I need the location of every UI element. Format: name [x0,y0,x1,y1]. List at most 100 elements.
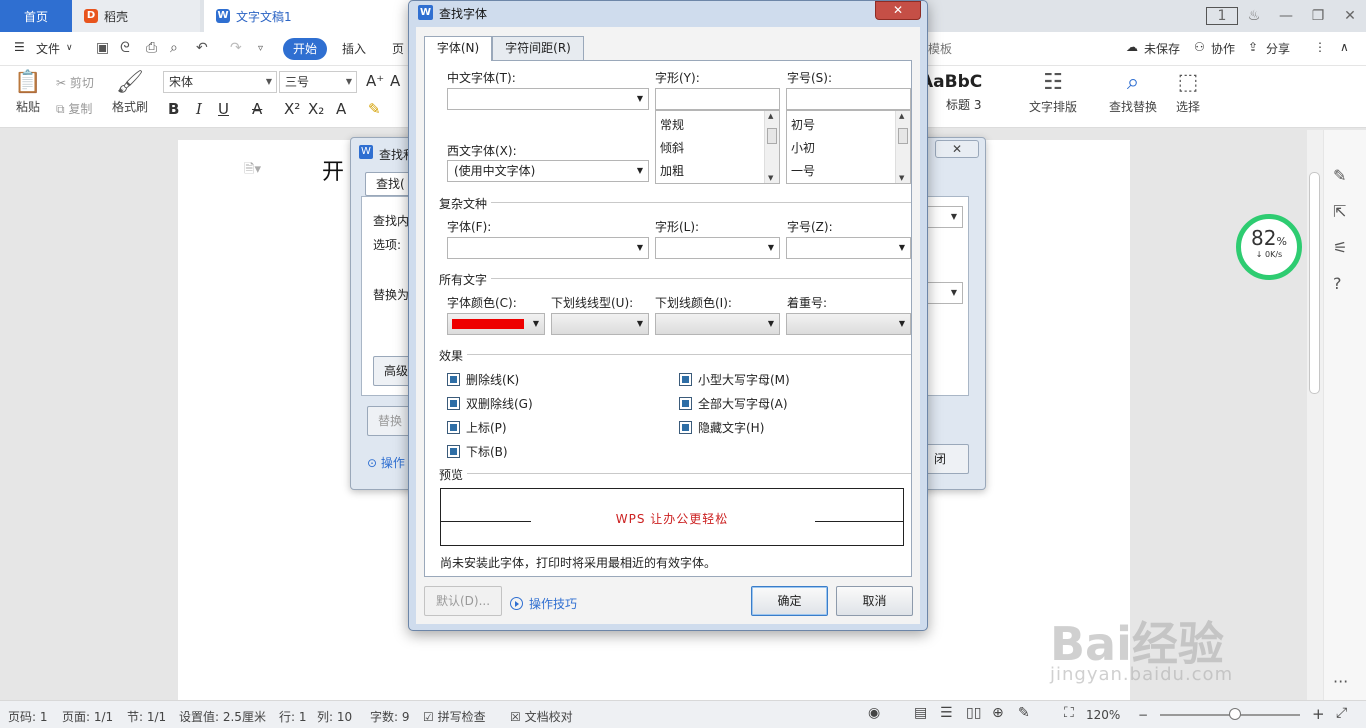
menu-start[interactable]: 开始 [283,38,327,60]
outline-view-icon[interactable]: ☰ [940,705,953,721]
style-gallery[interactable]: AaBbC 标题 3 [920,72,1006,120]
undo-icon[interactable]: ↶ [196,40,208,56]
share-button[interactable]: 分享 [1266,40,1290,57]
document-text[interactable]: 开 [322,154,344,186]
format-painter-button[interactable]: 🖌 格式刷 [110,70,150,115]
text-layout-button[interactable]: ☷ 文字排版 [1022,70,1084,115]
highlight-icon[interactable]: ✎ [368,100,381,118]
print-preview-icon[interactable]: ⌕ [170,40,178,56]
grow-font-icon[interactable]: A⁺ [366,72,384,90]
network-speed-widget[interactable]: 82% ↓ 0K/s [1236,214,1302,280]
list-item[interactable]: 常规 [660,116,684,133]
collapse-ribbon-icon[interactable]: ∧ [1340,40,1349,54]
menu-page[interactable]: 页 [392,40,404,57]
unsaved-status[interactable]: 未保存 [1144,40,1180,57]
list-item[interactable]: 倾斜 [660,139,684,156]
tab-document[interactable]: W 文字文稿1 [204,0,410,32]
page-view-icon[interactable]: ▤ [914,705,927,721]
more-icon[interactable]: ⋮ [1314,40,1326,54]
reading-view-icon[interactable]: ▯▯ [966,705,981,721]
strikethrough-checkbox[interactable]: 删除线(K) [447,371,519,388]
help-icon[interactable]: ? [1333,274,1342,293]
superscript-checkbox[interactable]: 上标(P) [447,419,507,436]
default-button[interactable]: 默认(D)... [424,586,502,616]
status-word-count[interactable]: 字数: 9 [370,708,410,725]
underline-icon[interactable]: U [218,100,229,118]
emphasis-combo[interactable]: ▼ [786,313,911,335]
strikethrough-icon[interactable]: A [252,100,262,118]
status-page-number[interactable]: 页码: 1 [8,708,48,725]
subscript-icon[interactable]: X₂ [308,100,324,118]
customize-chevron-icon[interactable]: ▿ [258,43,263,54]
paragraph-marker-icon[interactable]: 🗎▾ [244,160,261,182]
cancel-button[interactable]: 取消 [836,586,913,616]
bold-icon[interactable]: B [168,100,179,118]
select-button[interactable]: ⬚ 选择 [1168,70,1208,115]
status-pages[interactable]: 页面: 1/1 [62,708,113,725]
zoom-out-icon[interactable]: − [1138,708,1148,722]
more-tools-icon[interactable]: ··· [1333,672,1348,691]
all-caps-checkbox[interactable]: 全部大写字母(A) [679,395,788,412]
spell-check-button[interactable]: ☑ 拼写检查 [423,708,486,725]
small-caps-checkbox[interactable]: 小型大写字母(M) [679,371,790,388]
print-icon[interactable]: ⎙ [146,40,157,56]
zoom-slider-thumb[interactable] [1229,708,1241,720]
find-content-combo[interactable]: ▼ [923,206,963,228]
find-font-close-icon[interactable]: ✕ [875,1,921,20]
tab-font[interactable]: 字体(N) [424,36,492,61]
size-input[interactable] [786,88,911,110]
underline-type-combo[interactable]: ▼ [551,313,649,335]
status-setting[interactable]: 设置值: 2.5厘米 [179,708,266,725]
size-list-scrollbar[interactable]: ▲ ▼ [895,111,910,183]
copy-button[interactable]: ⧉ 复制 [56,100,92,117]
find-replace-close-icon[interactable]: ✕ [935,140,979,158]
advanced-button[interactable]: 高级 [373,356,413,386]
menu-insert[interactable]: 插入 [342,40,366,57]
web-view-icon[interactable]: ⊕ [992,705,1004,721]
status-row[interactable]: 行: 1 [279,708,307,725]
size-list[interactable]: 初号 小初 一号 ▲ ▼ [786,110,911,184]
complex-style-combo[interactable]: ▼ [655,237,780,259]
style-list-scrollbar[interactable]: ▲ ▼ [764,111,779,183]
font-name-combo[interactable]: 宋体 ▼ [163,71,277,93]
tab-char-spacing[interactable]: 字符间距(R) [492,36,584,60]
find-tab[interactable]: 查找( [365,172,411,196]
skin-icon[interactable]: ♨ [1238,8,1270,24]
italic-icon[interactable]: I [196,100,202,118]
list-item[interactable]: 加粗 [660,162,684,179]
minimize-icon[interactable]: — [1270,8,1302,24]
style-list[interactable]: 常规 倾斜 加粗 ▲ ▼ [655,110,780,184]
pen-icon[interactable]: ✎ [1333,166,1346,185]
collab-button[interactable]: 协作 [1211,40,1235,57]
underline-color-combo[interactable]: ▼ [655,313,780,335]
page-badge[interactable]: 1 [1206,7,1238,25]
text-effect-icon[interactable]: A [336,100,346,118]
chinese-font-combo[interactable]: ▼ [447,88,649,110]
eye-icon[interactable]: ◉ [868,705,880,721]
font-color-combo[interactable]: ▼ [447,313,545,335]
fit-page-icon[interactable]: ⛶ [1064,705,1074,721]
font-size-combo[interactable]: 三号 ▼ [279,71,357,93]
subscript-checkbox[interactable]: 下标(B) [447,443,508,460]
close-window-icon[interactable]: ✕ [1334,8,1366,24]
status-col[interactable]: 列: 10 [317,708,352,725]
list-item[interactable]: 一号 [791,162,815,179]
hidden-text-checkbox[interactable]: 隐藏文字(H) [679,419,764,436]
list-item[interactable]: 初号 [791,116,815,133]
export-pdf-icon[interactable]: ᘓ [120,40,130,56]
adjust-icon[interactable]: ⚟ [1333,238,1347,257]
complex-size-combo[interactable]: ▼ [786,237,911,259]
superscript-icon[interactable]: X² [284,100,300,118]
menu-file[interactable]: 文件 [36,40,60,57]
hamburger-icon[interactable]: ☰ [14,40,25,54]
cut-button[interactable]: ✂ 剪切 [56,74,94,91]
zoom-in-icon[interactable]: + [1312,705,1325,723]
pen-view-icon[interactable]: ✎ [1018,705,1030,721]
pointer-icon[interactable]: ⇱ [1333,202,1346,221]
close-button[interactable]: 闭 [923,444,969,474]
double-strikethrough-checkbox[interactable]: 双删除线(G) [447,395,533,412]
file-chevron-down-icon[interactable]: ∨ [66,43,73,53]
replace-with-combo[interactable]: ▼ [923,282,963,304]
bg-tips-link[interactable]: ⊙ 操作 [367,454,405,471]
western-font-combo[interactable]: (使用中文字体) ▼ [447,160,649,182]
